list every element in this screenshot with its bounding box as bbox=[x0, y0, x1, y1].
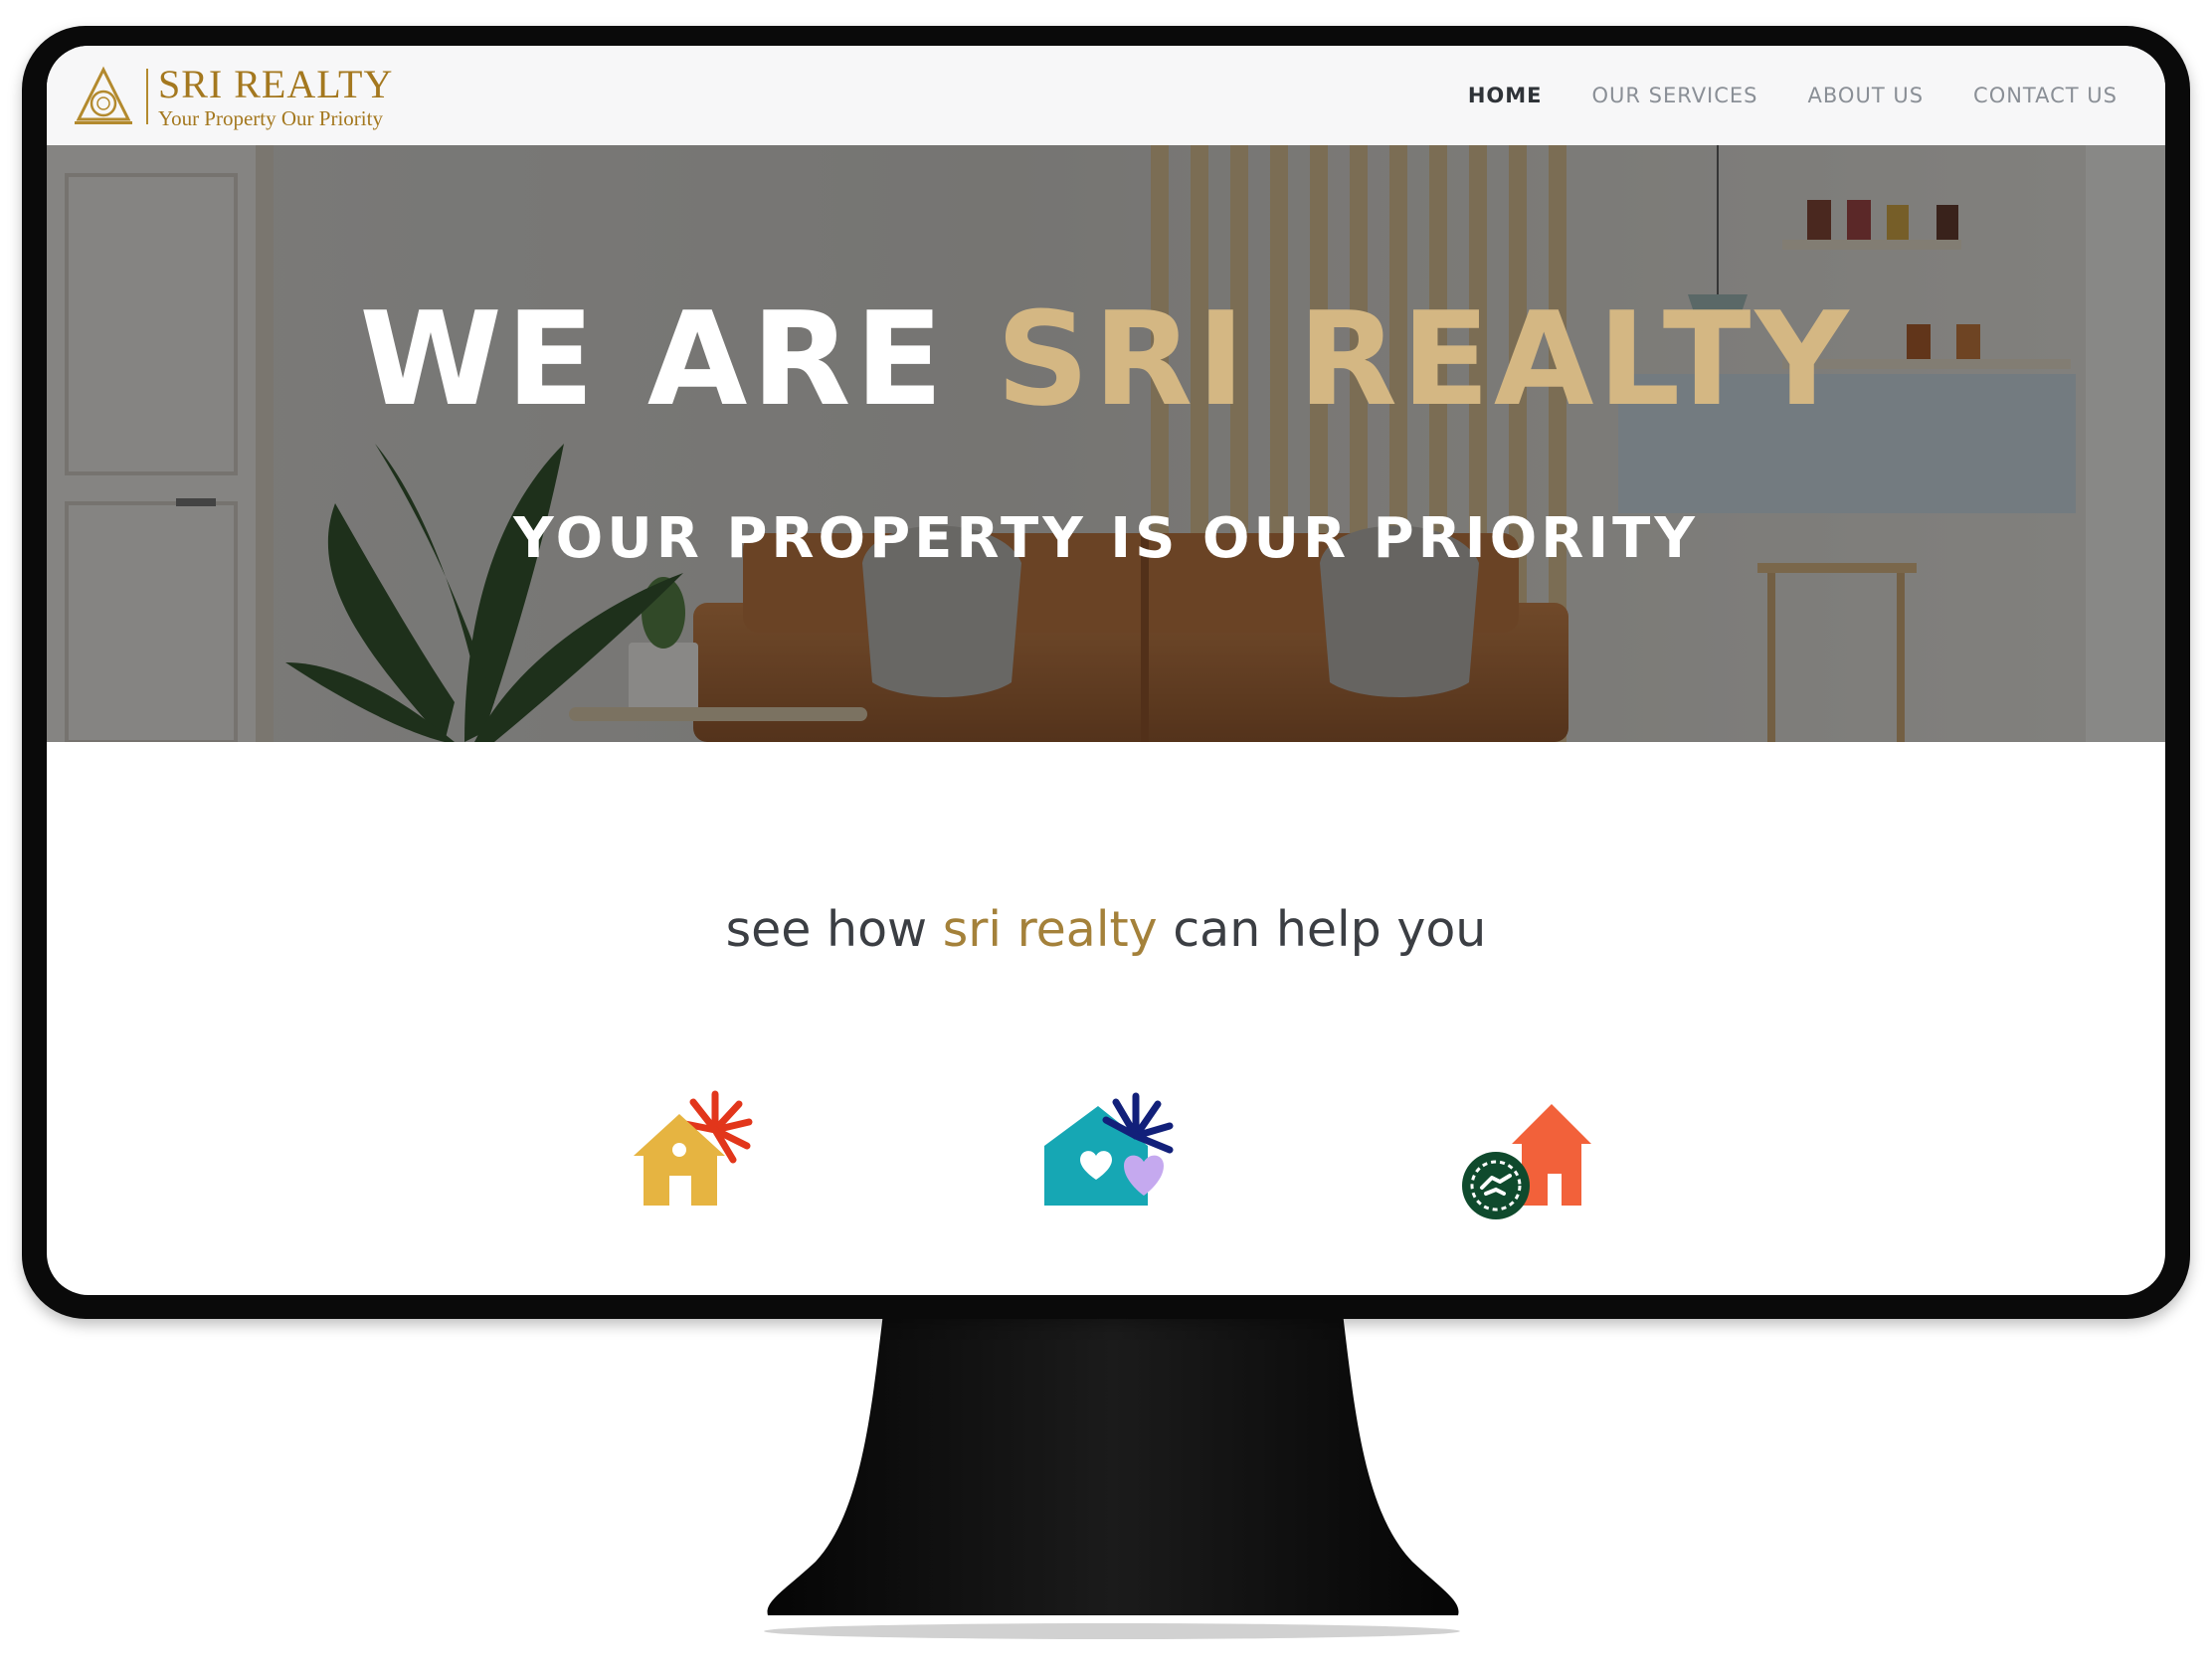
help-heading: see how sri realty can help you bbox=[47, 901, 2165, 958]
house-sunburst-icon[interactable] bbox=[622, 1090, 761, 1229]
brand-name: SRI REALTY bbox=[158, 61, 394, 106]
hero-title-accent: SRI REALTY bbox=[996, 283, 1853, 435]
navbar: SRI REALTY Your Property Our Priority HO… bbox=[47, 46, 2165, 146]
hero-title: WE ARE SRI REALTY bbox=[47, 294, 2165, 424]
hero-background-image bbox=[47, 145, 2165, 742]
website-screen: SRI REALTY Your Property Our Priority HO… bbox=[47, 46, 2165, 1295]
monitor-frame: SRI REALTY Your Property Our Priority HO… bbox=[22, 26, 2190, 1319]
help-heading-suffix: can help you bbox=[1157, 901, 1487, 958]
logo-emblem-icon bbox=[75, 66, 132, 124]
nav-our-services[interactable]: OUR SERVICES bbox=[1591, 84, 1757, 107]
hero-subtitle: YOUR PROPERTY IS OUR PRIORITY bbox=[513, 506, 1699, 571]
help-heading-accent: sri realty bbox=[942, 901, 1158, 958]
hero-banner: WE ARE SRI REALTY YOUR PROPERTY IS OUR P… bbox=[47, 145, 2165, 742]
services-row bbox=[47, 1090, 2165, 1229]
logo-text: SRI REALTY Your Property Our Priority bbox=[158, 61, 394, 130]
logo-divider bbox=[146, 69, 148, 124]
main-nav: HOME OUR SERVICES ABOUT US CONTACT US bbox=[1468, 46, 2118, 145]
house-handshake-icon[interactable] bbox=[1452, 1090, 1591, 1229]
hero-title-prefix: WE ARE bbox=[359, 283, 997, 435]
brand-tagline: Your Property Our Priority bbox=[158, 105, 383, 130]
help-heading-prefix: see how bbox=[725, 901, 943, 958]
nav-home[interactable]: HOME bbox=[1468, 84, 1543, 107]
brand-logo[interactable]: SRI REALTY Your Property Our Priority bbox=[71, 64, 449, 129]
house-heart-icon[interactable] bbox=[1036, 1090, 1176, 1229]
nav-contact-us[interactable]: CONTACT US bbox=[1973, 84, 2118, 107]
nav-about-us[interactable]: ABOUT US bbox=[1808, 84, 1925, 107]
